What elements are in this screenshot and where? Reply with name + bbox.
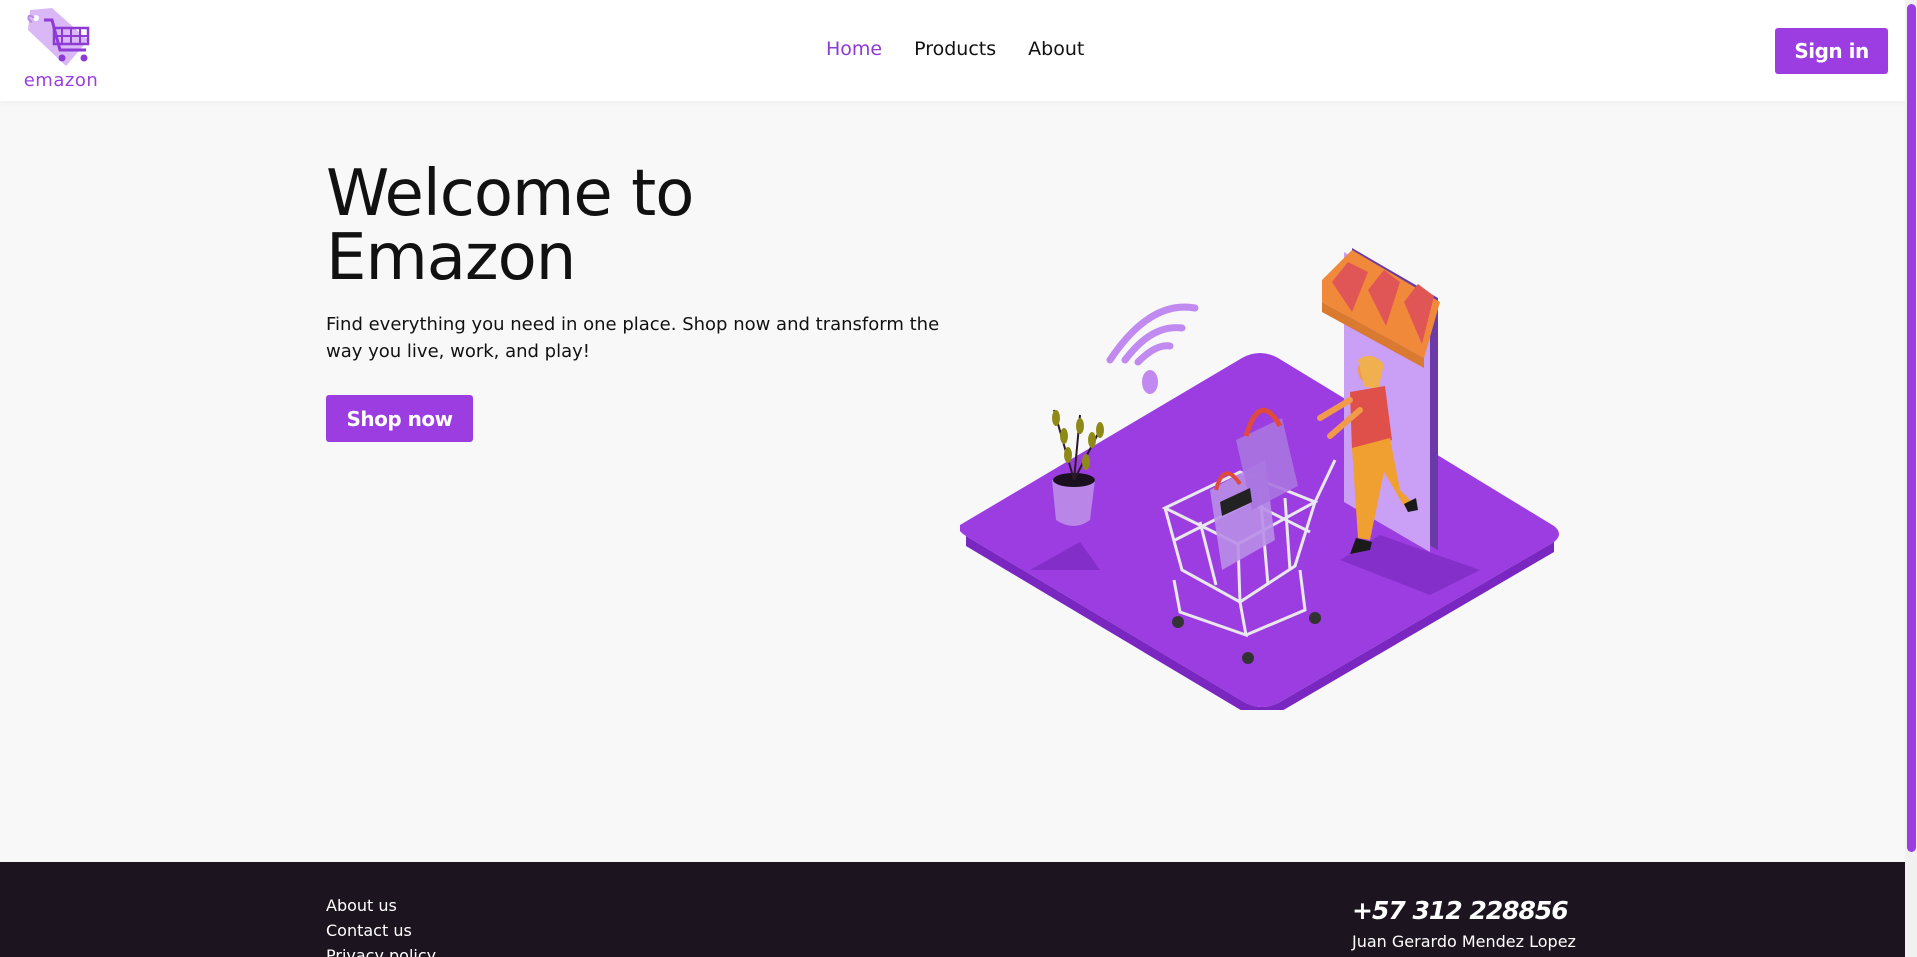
scrollbar-thumb[interactable] — [1907, 4, 1916, 852]
footer-links: About us Contact us Privacy policy — [326, 896, 436, 957]
site-footer: About us Contact us Privacy policy +57 3… — [0, 862, 1905, 957]
brand-logo[interactable]: emazon — [18, 6, 104, 92]
hero-title-line2: Emazon — [326, 221, 576, 295]
footer-owner: Juan Gerardo Mendez Lopez — [1352, 932, 1576, 951]
hero-title: Welcome to Emazon — [326, 162, 846, 290]
nav-home[interactable]: Home — [826, 38, 882, 60]
sign-in-button[interactable]: Sign in — [1775, 28, 1888, 74]
shopping-illustration — [960, 248, 1559, 710]
main-nav: Home Products About — [826, 38, 1084, 60]
footer-phone: +57 312 228856 — [1352, 896, 1569, 925]
nav-about[interactable]: About — [1028, 38, 1084, 60]
footer-link-contact[interactable]: Contact us — [326, 921, 436, 941]
footer-link-about[interactable]: About us — [326, 896, 436, 916]
site-header: emazon Home Products About Sign in — [0, 0, 1905, 101]
cart-tag-icon — [27, 8, 90, 66]
shop-now-button[interactable]: Shop now — [326, 395, 473, 442]
scrollbar[interactable] — [1905, 0, 1917, 957]
hero-description: Find everything you need in one place. S… — [326, 314, 940, 362]
hero-title-line1: Welcome to — [326, 157, 694, 231]
brand-name: emazon — [23, 70, 99, 91]
nav-products[interactable]: Products — [914, 38, 996, 60]
footer-link-privacy[interactable]: Privacy policy — [326, 946, 436, 957]
